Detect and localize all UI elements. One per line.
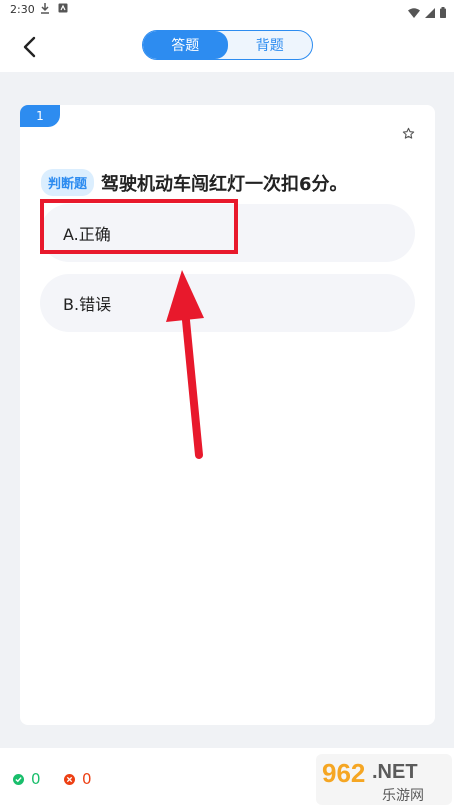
wrong-score: 0 bbox=[64, 770, 92, 788]
watermark: 962 .NET 乐游网 bbox=[314, 750, 454, 807]
correct-score: 0 bbox=[13, 770, 41, 788]
correct-count: 0 bbox=[31, 770, 41, 788]
svg-text:962: 962 bbox=[322, 758, 365, 788]
wrong-count: 0 bbox=[82, 770, 92, 788]
svg-text:.NET: .NET bbox=[372, 761, 418, 783]
svg-text:乐游网: 乐游网 bbox=[382, 788, 424, 804]
x-circle-icon bbox=[64, 773, 75, 785]
check-circle-icon bbox=[13, 773, 24, 785]
annotation-arrow bbox=[166, 270, 204, 459]
